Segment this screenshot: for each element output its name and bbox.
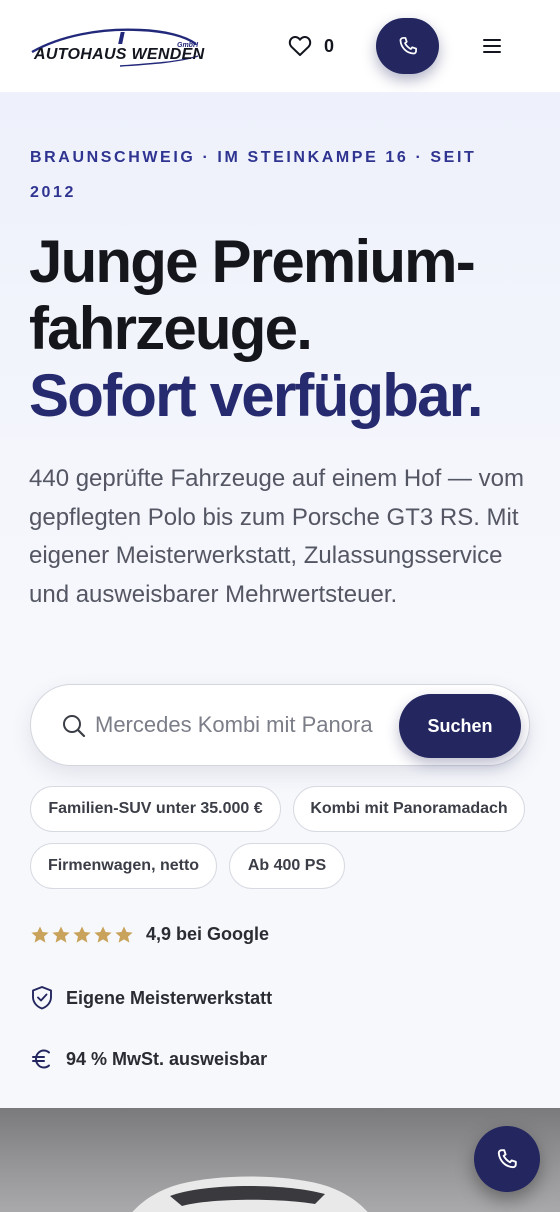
menu-line — [483, 51, 501, 53]
favorites-button[interactable]: 0 — [288, 33, 334, 59]
suggestion-chip[interactable]: Familien-SUV unter 35.000 € — [30, 786, 281, 832]
workshop-feature: Eigene Meisterwerkstatt — [30, 985, 272, 1011]
search-submit-button[interactable]: Suchen — [399, 694, 521, 758]
rating-stars — [30, 925, 134, 945]
star-icon — [31, 926, 49, 943]
autohaus-wenden-logo[interactable]: AUTOHAUS WENDEN GmbH — [30, 26, 204, 70]
search-input[interactable] — [95, 705, 373, 745]
star-icon — [73, 926, 91, 943]
hero-intro-text: 440 geprüfte Fahrzeuge auf einem Hof — v… — [29, 465, 524, 608]
star-icon — [115, 926, 133, 943]
euro-icon — [32, 1049, 50, 1069]
google-rating: 4,9 bei Google — [30, 924, 269, 945]
vehicle-search-bar: Suchen — [30, 684, 530, 766]
phone-icon — [497, 1149, 517, 1169]
hero-headline: Junge Premium-fahrzeuge. Sofort verfügba… — [29, 228, 549, 429]
car-image — [132, 1176, 368, 1212]
logo-gmbh: GmbH — [177, 42, 198, 49]
floating-call-button[interactable] — [474, 1126, 540, 1192]
favorites-count: 0 — [324, 35, 335, 56]
headline-main: Junge Premium-fahrzeuge. — [29, 228, 476, 362]
site-header: AUTOHAUS WENDEN GmbH 0 — [0, 0, 560, 92]
shield-check-icon — [32, 986, 52, 1010]
menu-line — [483, 45, 501, 47]
headline-accent: Sofort verfügbar. — [29, 362, 484, 429]
phone-icon — [399, 37, 417, 55]
suggestion-chip[interactable]: Firmenwagen, netto — [30, 843, 217, 889]
star-icon — [52, 926, 70, 943]
suggestion-chip[interactable]: Ab 400 PS — [229, 843, 345, 889]
suggestion-chip[interactable]: Kombi mit Panoramadach — [293, 786, 525, 832]
call-button[interactable] — [376, 18, 439, 74]
search-icon — [63, 715, 86, 738]
location-eyebrow: BRAUNSCHWEIG · IM STEINKAMPE 16 · SEIT 2… — [30, 149, 477, 201]
vat-feature: 94 % MwSt. ausweisbar — [30, 1046, 267, 1072]
vat-label: 94 % MwSt. ausweisbar — [66, 1048, 268, 1069]
menu-line — [483, 39, 501, 41]
star-icon — [94, 926, 112, 943]
rating-label: 4,9 bei Google — [146, 924, 270, 944]
workshop-label: Eigene Meisterwerkstatt — [66, 987, 273, 1008]
heart-icon — [288, 36, 312, 56]
hamburger-menu-button[interactable] — [480, 36, 504, 56]
